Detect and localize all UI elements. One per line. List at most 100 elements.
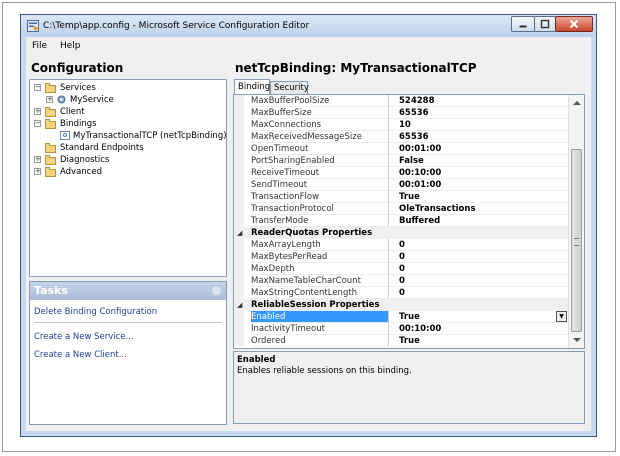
expand-icon[interactable]: + <box>34 108 41 115</box>
property-row[interactable]: Ordered True <box>234 335 568 347</box>
property-name: InactivityTimeout <box>251 323 388 335</box>
property-value[interactable]: False <box>390 155 568 167</box>
property-name: MaxDepth <box>251 263 388 275</box>
property-value[interactable]: 65536 <box>390 107 568 119</box>
property-name: Enabled <box>251 311 388 323</box>
expand-icon[interactable]: + <box>34 156 41 163</box>
category-label: ReaderQuotas Properties <box>251 228 373 238</box>
menu-file[interactable]: File <box>32 41 47 51</box>
category-reader-quotas[interactable]: ◢ ReaderQuotas Properties <box>234 227 568 239</box>
scroll-down-icon[interactable] <box>573 338 581 342</box>
property-name: MaxArrayLength <box>251 239 388 251</box>
property-name: OpenTimeout <box>251 143 388 155</box>
property-row[interactable]: MaxBufferSize 65536 <box>234 107 568 119</box>
property-value[interactable]: 0 <box>390 287 568 299</box>
property-row[interactable]: TransferMode Buffered <box>234 215 568 227</box>
property-name: MaxBufferSize <box>251 107 388 119</box>
property-row[interactable]: MaxArrayLength 0 <box>234 239 568 251</box>
collapse-icon[interactable]: − <box>34 120 41 127</box>
expand-icon[interactable]: + <box>46 96 53 103</box>
property-row[interactable]: MaxBufferPoolSize 524288 <box>234 95 568 107</box>
client-area: File Help Configuration − Services + MyS… <box>26 37 591 431</box>
collapse-icon[interactable] <box>211 285 222 296</box>
property-value[interactable]: 00:10:00 <box>390 167 568 179</box>
category-label: ReliableSession Properties <box>251 300 380 310</box>
property-name: ReceiveTimeout <box>251 167 388 179</box>
collapse-arrow-icon[interactable]: ◢ <box>237 299 242 311</box>
property-value[interactable]: 00:10:00 <box>390 323 568 335</box>
property-value[interactable]: True <box>390 191 568 203</box>
property-row[interactable]: MaxReceivedMessageSize 65536 <box>234 131 568 143</box>
property-row[interactable]: MaxConnections 10 <box>234 119 568 131</box>
property-row[interactable]: TransactionFlow True <box>234 191 568 203</box>
collapse-icon[interactable]: − <box>34 84 41 91</box>
scroll-thumb[interactable] <box>571 149 582 332</box>
tab-security[interactable]: Security <box>270 81 309 94</box>
tree-label: Services <box>60 83 96 93</box>
property-row[interactable]: PortSharingEnabled False <box>234 155 568 167</box>
tasks-header: Tasks <box>30 282 226 300</box>
configuration-header: Configuration <box>31 61 124 75</box>
property-name: PortSharingEnabled <box>251 155 388 167</box>
tree-label: Client <box>60 107 85 117</box>
folder-icon <box>45 155 56 165</box>
folder-icon <box>45 83 56 93</box>
property-row[interactable]: TransactionProtocol OleTransactions <box>234 203 568 215</box>
category-reliable-session[interactable]: ◢ ReliableSession Properties <box>234 299 568 311</box>
property-row[interactable]: MaxBytesPerRead 0 <box>234 251 568 263</box>
property-row[interactable]: MaxDepth 0 <box>234 263 568 275</box>
property-value[interactable]: 65536 <box>390 131 568 143</box>
minimize-button[interactable] <box>511 16 535 32</box>
property-value[interactable]: True <box>390 311 568 323</box>
delete-binding-link[interactable]: Delete Binding Configuration <box>34 307 157 317</box>
create-client-link[interactable]: Create a New Client... <box>34 350 127 360</box>
close-button[interactable] <box>555 16 593 32</box>
maximize-button[interactable] <box>534 16 556 32</box>
window-title: C:\Temp\app.config - Microsoft Service C… <box>43 21 310 31</box>
property-value[interactable]: 00:01:00 <box>390 179 568 191</box>
description-panel: Enabled Enables reliable sessions on thi… <box>233 351 585 424</box>
description-text: Enables reliable sessions on this bindin… <box>237 366 412 376</box>
binding-icon: ⚙ <box>60 131 70 140</box>
property-name: MaxBytesPerRead <box>251 251 388 263</box>
vertical-scrollbar[interactable] <box>568 95 584 348</box>
property-name: SendTimeout <box>251 179 388 191</box>
property-row[interactable]: InactivityTimeout 00:10:00 <box>234 323 568 335</box>
property-value[interactable]: 524288 <box>390 95 568 107</box>
expand-icon[interactable]: + <box>34 168 41 175</box>
property-name: MaxNameTableCharCount <box>251 275 388 287</box>
property-row[interactable]: OpenTimeout 00:01:00 <box>234 143 568 155</box>
property-name: Ordered <box>251 335 388 347</box>
collapse-arrow-icon[interactable]: ◢ <box>237 227 242 239</box>
property-row[interactable]: MaxStringContentLength 0 <box>234 287 568 299</box>
tab-binding[interactable]: Binding <box>234 79 270 94</box>
menu-bar: File Help <box>26 37 591 55</box>
tree-label: Diagnostics <box>60 155 110 165</box>
property-value[interactable]: 0 <box>390 263 568 275</box>
property-value[interactable]: 0 <box>390 239 568 251</box>
property-grid[interactable]: MaxBufferPoolSize 524288 MaxBufferSize 655… <box>233 94 585 349</box>
property-value[interactable]: True <box>390 335 568 347</box>
property-row[interactable]: MaxNameTableCharCount 0 <box>234 275 568 287</box>
configuration-tree[interactable]: − Services + MyService + Client − Bindin… <box>29 79 227 277</box>
property-row[interactable]: SendTimeout 00:01:00 <box>234 179 568 191</box>
create-service-link[interactable]: Create a New Service... <box>34 332 134 342</box>
tasks-title: Tasks <box>34 284 68 297</box>
property-row-selected[interactable]: Enabled True ▼ <box>234 311 568 323</box>
tree-label: Bindings <box>60 119 97 129</box>
property-value[interactable]: 0 <box>390 275 568 287</box>
title-bar[interactable]: C:\Temp\app.config - Microsoft Service C… <box>21 15 596 37</box>
menu-help[interactable]: Help <box>60 41 81 51</box>
property-value[interactable]: 0 <box>390 251 568 263</box>
close-icon <box>569 19 579 29</box>
property-value[interactable]: 00:01:00 <box>390 143 568 155</box>
property-name: TransactionFlow <box>251 191 388 203</box>
dropdown-arrow-icon[interactable]: ▼ <box>556 311 567 322</box>
property-value[interactable]: 10 <box>390 119 568 131</box>
property-row[interactable]: ReceiveTimeout 00:10:00 <box>234 167 568 179</box>
property-value[interactable]: Buffered <box>390 215 568 227</box>
tree-label: MyService <box>70 95 114 105</box>
scroll-up-icon[interactable] <box>573 101 581 105</box>
property-value[interactable]: OleTransactions <box>390 203 568 215</box>
service-icon <box>57 95 66 104</box>
